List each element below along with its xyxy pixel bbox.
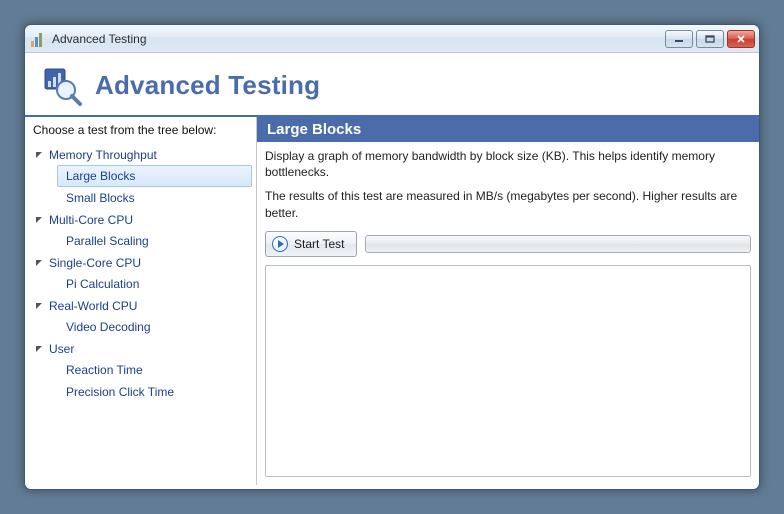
window-title: Advanced Testing [52, 32, 147, 46]
window-controls [665, 30, 755, 48]
result-area [265, 265, 751, 477]
description-line: Display a graph of memory bandwidth by b… [265, 148, 751, 180]
progress-bar [365, 235, 751, 253]
tree-group-label: Real-World CPU [49, 299, 137, 313]
tree-group: Memory Throughput Large BlocksSmall Block… [29, 145, 252, 209]
page-title: Advanced Testing [95, 70, 320, 101]
app-icon [31, 31, 47, 47]
tree-group: Multi-Core CPU Parallel Scaling [29, 210, 252, 252]
titlebar[interactable]: Advanced Testing [25, 25, 759, 53]
description-line: The results of this test are measured in… [265, 188, 751, 220]
tree-item[interactable]: Video Decoding [57, 316, 252, 338]
tree-group: Real-World CPU Video Decoding [29, 296, 252, 338]
maximize-button[interactable] [696, 30, 724, 48]
tree-item[interactable]: Small Blocks [57, 187, 252, 209]
app-window: Advanced Testing Advanced Testin [24, 24, 760, 490]
tree-item[interactable]: Parallel Scaling [57, 230, 252, 252]
test-description: Display a graph of memory bandwidth by b… [265, 148, 751, 229]
body-area: Choose a test from the tree below: Memor… [25, 117, 759, 485]
expand-arrow-icon [33, 300, 45, 312]
header-banner: Advanced Testing [25, 53, 759, 117]
start-test-label: Start Test [294, 237, 344, 251]
tree-group-label: Memory Throughput [49, 148, 157, 162]
tree-group-label: User [49, 342, 74, 356]
expand-arrow-icon [33, 343, 45, 355]
tree-item[interactable]: Reaction Time [57, 359, 252, 381]
tree-group: User Reaction TimePrecision Click Time [29, 339, 252, 403]
tree-item[interactable]: Large Blocks [57, 165, 252, 187]
expand-arrow-icon [33, 257, 45, 269]
main-panel: Large Blocks Display a graph of memory b… [257, 117, 759, 485]
tree-item[interactable]: Precision Click Time [57, 381, 252, 403]
tree-group-label: Single-Core CPU [49, 256, 141, 270]
tree-item[interactable]: Pi Calculation [57, 273, 252, 295]
test-tree[interactable]: Memory Throughput Large BlocksSmall Block… [25, 143, 256, 408]
tree-group-header[interactable]: Single-Core CPU [29, 253, 252, 273]
play-icon [272, 236, 288, 252]
minimize-button[interactable] [665, 30, 693, 48]
magnifier-chart-icon [39, 63, 83, 107]
tree-group-header[interactable]: Memory Throughput [29, 145, 252, 165]
action-row: Start Test [265, 231, 751, 257]
expand-arrow-icon [33, 149, 45, 161]
section-title: Large Blocks [257, 117, 759, 142]
sidebar-prompt: Choose a test from the tree below: [25, 117, 256, 143]
tree-group-header[interactable]: Multi-Core CPU [29, 210, 252, 230]
tree-group: Single-Core CPU Pi Calculation [29, 253, 252, 295]
expand-arrow-icon [33, 214, 45, 226]
tree-group-header[interactable]: User [29, 339, 252, 359]
start-test-button[interactable]: Start Test [265, 231, 357, 257]
close-button[interactable] [727, 30, 755, 48]
tree-group-label: Multi-Core CPU [49, 213, 133, 227]
sidebar: Choose a test from the tree below: Memor… [25, 117, 257, 485]
tree-group-header[interactable]: Real-World CPU [29, 296, 252, 316]
